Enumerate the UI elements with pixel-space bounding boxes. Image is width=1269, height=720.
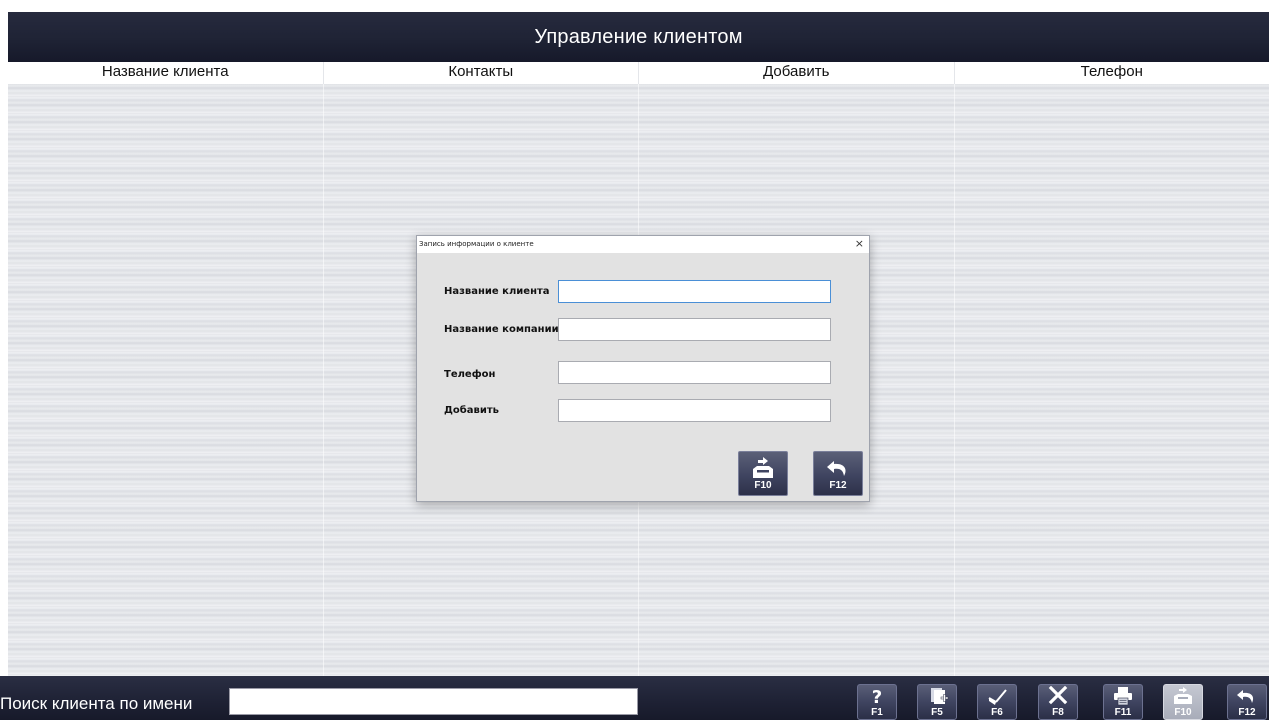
column-header-add[interactable]: Добавить [639, 62, 955, 84]
company-name-field[interactable] [558, 318, 831, 341]
client-info-dialog: Запись информации о клиенте × Название к… [416, 235, 870, 502]
back-button-label: F12 [1238, 707, 1256, 718]
window-title-bar: Управление клиентом [8, 12, 1269, 62]
column-divider [954, 84, 955, 676]
table-header: Название клиента Контакты Добавить Телеф… [8, 62, 1269, 84]
add-field[interactable] [558, 399, 831, 422]
search-label: Поиск клиента по имени [0, 694, 193, 713]
column-header-phone[interactable]: Телефон [955, 62, 1269, 84]
dialog-save-button-label: F10 [754, 480, 772, 491]
edit-client-button-label: F6 [991, 707, 1003, 718]
print-button[interactable]: F11 [1103, 684, 1143, 720]
undo-arrow-icon [827, 461, 846, 476]
column-header-contacts[interactable]: Контакты [324, 62, 639, 84]
new-client-button[interactable]: F5 [917, 684, 957, 720]
dialog-title: Запись информации о клиенте [419, 240, 534, 248]
svg-text:?: ? [872, 687, 882, 706]
window-title: Управление клиентом [534, 25, 743, 48]
help-icon: ? [872, 687, 882, 706]
phone-field[interactable] [558, 361, 831, 384]
printer-icon [1114, 687, 1132, 706]
save-tray-icon [1174, 687, 1192, 704]
print-button-label: F11 [1114, 707, 1132, 718]
client-name-field[interactable] [558, 280, 831, 303]
dialog-save-button[interactable]: F10 [738, 451, 788, 496]
edit-client-button[interactable]: F6 [977, 684, 1017, 720]
back-button[interactable]: F12 [1227, 684, 1267, 720]
client-name-label: Название клиента [444, 286, 550, 297]
dialog-cancel-button[interactable]: F12 [813, 451, 863, 496]
new-client-button-label: F5 [931, 707, 943, 718]
add-label: Добавить [444, 405, 499, 416]
undo-arrow-icon [1237, 690, 1254, 703]
column-header-client-name[interactable]: Название клиента [8, 62, 324, 84]
edit-pencil-icon [988, 689, 1007, 705]
delete-x-icon [1048, 686, 1068, 705]
help-button[interactable]: ? F1 [857, 684, 897, 720]
bottom-toolbar: Поиск клиента по имени ? F1 F5 F6 F8 F11… [0, 676, 1269, 720]
phone-label: Телефон [444, 369, 496, 380]
delete-client-button-label: F8 [1052, 707, 1064, 718]
new-document-icon [931, 688, 949, 704]
close-icon[interactable]: × [855, 236, 864, 252]
dialog-title-bar: Запись информации о клиенте × [417, 236, 869, 253]
column-divider [323, 84, 324, 676]
help-button-label: F1 [871, 707, 883, 718]
save-button-label: F10 [1174, 707, 1192, 718]
save-tray-icon [753, 457, 773, 478]
delete-client-button[interactable]: F8 [1038, 684, 1078, 720]
save-button[interactable]: F10 [1163, 684, 1203, 720]
dialog-cancel-button-label: F12 [829, 480, 847, 491]
company-name-label: Название компании [444, 324, 559, 335]
search-input[interactable] [229, 688, 638, 715]
